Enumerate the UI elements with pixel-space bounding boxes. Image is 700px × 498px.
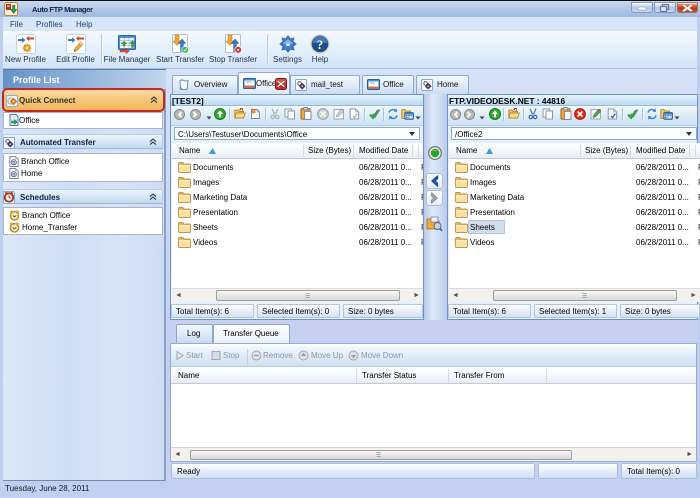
svg-text:?: ? — [317, 37, 324, 52]
